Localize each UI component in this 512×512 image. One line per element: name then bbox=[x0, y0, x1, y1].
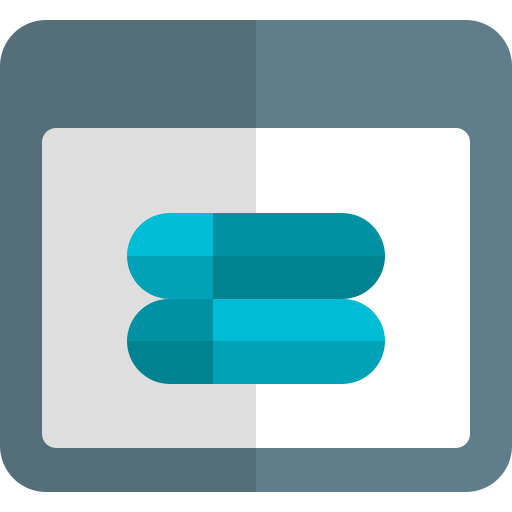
icon-graphic bbox=[0, 20, 512, 492]
browser-window-toggle-icon bbox=[0, 0, 512, 512]
top-pill-toggle bbox=[127, 213, 385, 299]
bottom-pill-right-upper bbox=[213, 298, 385, 341]
top-pill-right-lower bbox=[213, 256, 385, 299]
top-pill-right-upper bbox=[213, 213, 385, 256]
bottom-pill-toggle bbox=[126, 298, 385, 384]
bottom-pill-right-lower bbox=[213, 341, 385, 384]
